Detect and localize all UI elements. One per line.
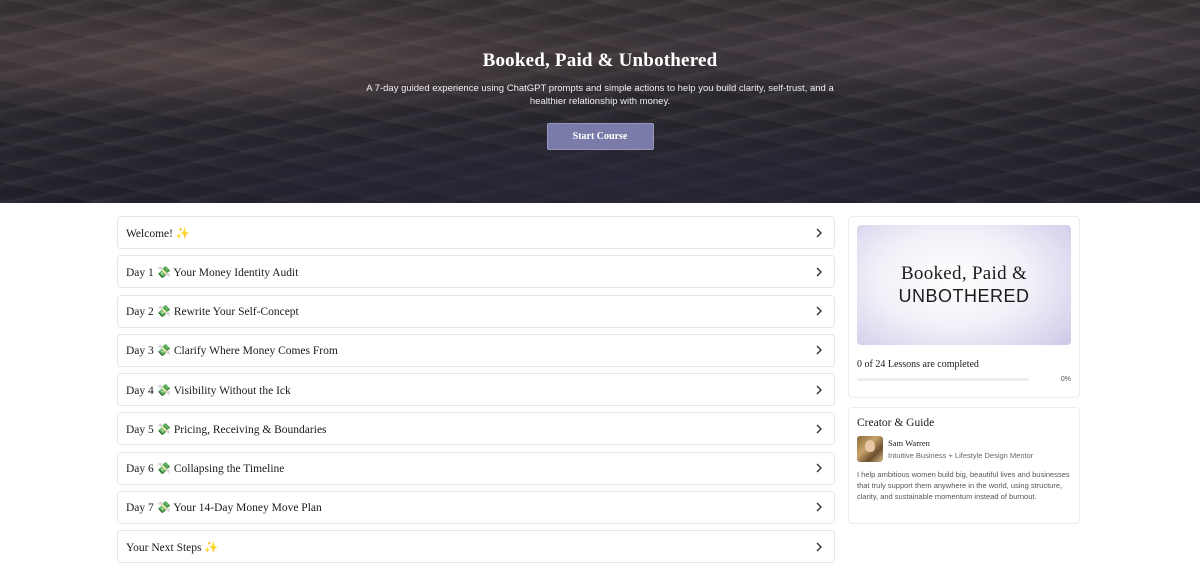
lesson-item-day-1[interactable]: Day 1 💸 Your Money Identity Audit [117, 255, 835, 289]
creator-heading: Creator & Guide [857, 417, 935, 429]
hero-banner: Booked, Paid & Unbothered A 7-day guided… [0, 0, 1200, 203]
chevron-right-icon [813, 501, 825, 513]
lesson-title: Day 1 💸 Your Money Identity Audit [126, 266, 299, 279]
chevron-right-icon [813, 423, 825, 435]
chevron-right-icon [813, 384, 825, 396]
course-content: Welcome! ✨ Day 1 💸 Your Money Identity A… [0, 203, 1200, 576]
lesson-title: Your Next Steps ✨ [126, 541, 219, 554]
thumbnail-title-line1: Booked, Paid & [900, 263, 1028, 284]
lesson-item-next-steps[interactable]: Your Next Steps ✨ [117, 530, 835, 563]
thumbnail-title-line2: UNBOTHERED [898, 286, 1030, 306]
creator-profile: Sam Warren Intuitive Business + Lifestyl… [857, 436, 1071, 462]
lesson-title: Day 4 💸 Visibility Without the Ick [126, 384, 291, 397]
start-course-button[interactable]: Start Course [546, 123, 654, 150]
lesson-title: Day 5 💸 Pricing, Receiving & Boundaries [126, 423, 327, 436]
creator-info: Sam Warren Intuitive Business + Lifestyl… [888, 436, 1033, 462]
course-title: Booked, Paid & Unbothered [482, 50, 718, 71]
creator-card: Creator & Guide Sam Warren Intuitive Bus… [848, 407, 1080, 524]
lesson-list: Welcome! ✨ Day 1 💸 Your Money Identity A… [117, 216, 835, 569]
progress-percent: 0% [1060, 376, 1071, 383]
lesson-item-day-3[interactable]: Day 3 💸 Clarify Where Money Comes From [117, 333, 835, 367]
creator-name: Sam Warren [888, 438, 930, 448]
chevron-right-icon [813, 305, 825, 317]
lesson-item-day-6[interactable]: Day 6 💸 Collapsing the Timeline [117, 451, 835, 485]
lesson-title: Welcome! ✨ [126, 227, 191, 240]
lesson-item-day-7[interactable]: Day 7 💸 Your 14-Day Money Move Plan [117, 490, 835, 524]
lesson-title: Day 6 💸 Collapsing the Timeline [126, 463, 285, 475]
avatar [857, 436, 883, 462]
lesson-item-day-5[interactable]: Day 5 💸 Pricing, Receiving & Boundaries [117, 412, 835, 446]
progress-bar [857, 378, 1029, 381]
creator-role: Intuitive Business + Lifestyle Design Me… [888, 451, 1034, 460]
lesson-item-welcome[interactable]: Welcome! ✨ [117, 216, 835, 249]
lesson-item-day-2[interactable]: Day 2 💸 Rewrite Your Self-Concept [117, 294, 835, 328]
lesson-title: Day 2 💸 Rewrite Your Self-Concept [126, 306, 299, 318]
chevron-right-icon [813, 227, 825, 239]
lesson-title: Day 7 💸 Your 14-Day Money Move Plan [126, 502, 322, 515]
lesson-item-day-4[interactable]: Day 4 💸 Visibility Without the Ick [117, 373, 835, 406]
sidebar: Booked, Paid & UNBOTHERED 0 of 24 Lesson… [848, 216, 1080, 524]
course-progress-card: Booked, Paid & UNBOTHERED 0 of 24 Lesson… [848, 216, 1080, 398]
chevron-right-icon [813, 344, 825, 356]
chevron-right-icon [813, 541, 825, 553]
lesson-title: Day 3 💸 Clarify Where Money Comes From [126, 345, 338, 358]
progress-text: 0 of 24 Lessons are completed [857, 359, 979, 370]
progress-row: 0% [857, 376, 1071, 383]
course-thumbnail: Booked, Paid & UNBOTHERED [857, 225, 1071, 345]
chevron-right-icon [813, 266, 825, 278]
course-subtitle: A 7-day guided experience using ChatGPT … [366, 83, 834, 107]
chevron-right-icon [813, 462, 825, 474]
creator-bio: I help ambitious women build big, beauti… [857, 470, 1070, 501]
